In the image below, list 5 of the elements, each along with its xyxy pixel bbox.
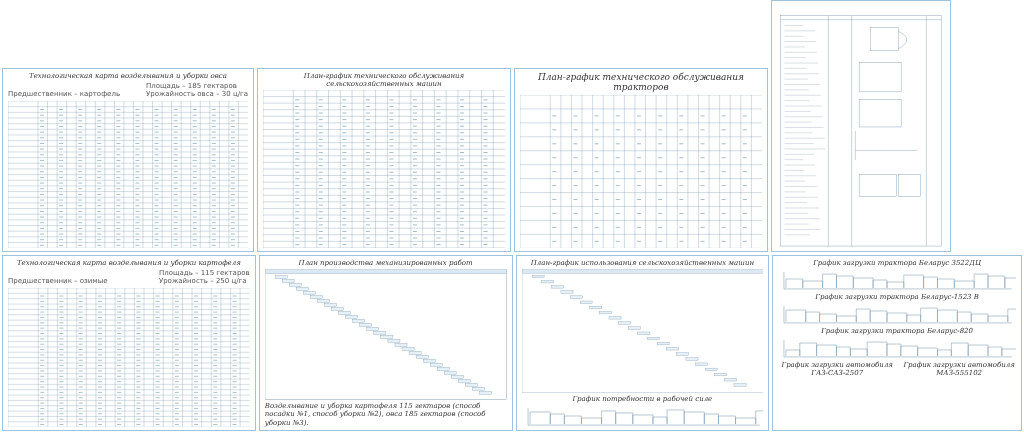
task-bar (589, 306, 602, 309)
task-bar (704, 368, 717, 371)
task-bar (646, 337, 660, 340)
sheet-title: План-график технического обслуживания тракторов (536, 72, 746, 93)
task-bar (531, 275, 544, 278)
